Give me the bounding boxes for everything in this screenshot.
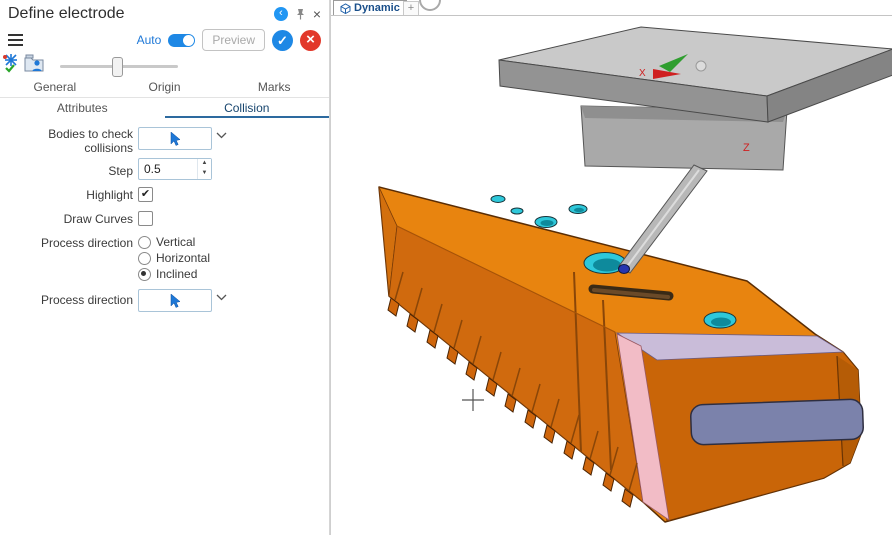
panel-title: Define electrode (8, 5, 125, 23)
define-electrode-panel: Define electrode ‹ × Auto Preview ✓ × (0, 0, 330, 535)
size-slider-thumb[interactable] (112, 57, 123, 77)
new-viewport-tab-button[interactable]: + (403, 1, 419, 15)
viewport-3d[interactable]: X Z (330, 0, 892, 535)
process-direction-pick-label: Process direction (0, 293, 133, 307)
end-slot (690, 399, 863, 445)
crosshair-cursor (462, 389, 484, 411)
tab-marks[interactable]: Marks (219, 80, 329, 97)
panel-toolbar: Auto Preview ✓ × (6, 28, 321, 52)
select-arrow-icon (169, 132, 181, 146)
holder-plate[interactable] (499, 27, 892, 122)
axis-x-label: X (639, 68, 646, 79)
radio-vertical-label: Vertical (156, 235, 195, 249)
panel-quickbar (2, 50, 321, 78)
draw-curves-checkbox[interactable] (138, 211, 153, 226)
draw-curves-label: Draw Curves (0, 212, 133, 226)
ok-button[interactable]: ✓ (272, 30, 293, 51)
highlight-checkbox[interactable]: ✔ (138, 187, 153, 202)
scene-canvas[interactable]: X Z (331, 0, 892, 535)
tab-dynamic-label: Dynamic (354, 2, 400, 14)
menu-icon[interactable] (6, 32, 25, 48)
auto-toggle[interactable] (168, 34, 195, 47)
radio-inclined-label: Inclined (156, 267, 197, 281)
bodies-pick-button[interactable] (138, 127, 212, 150)
highlight-label: Highlight (0, 188, 133, 202)
tab-dynamic[interactable]: Dynamic (333, 0, 407, 15)
pin-icon[interactable] (295, 8, 306, 20)
viewport-tabbar: Dynamic + (331, 0, 892, 16)
tab-attributes[interactable]: Attributes (0, 98, 165, 118)
process-direction-pick-button[interactable] (138, 289, 212, 312)
radio-horizontal-circle[interactable] (138, 252, 151, 265)
cancel-button[interactable]: × (300, 30, 321, 51)
workpiece-body[interactable] (379, 187, 864, 522)
radio-horizontal[interactable]: Horizontal (138, 251, 210, 265)
axis-z-label: Z (743, 142, 750, 154)
step-label: Step (0, 164, 133, 178)
collapse-panel-icon[interactable]: ‹ (274, 7, 288, 21)
tab-collision[interactable]: Collision (165, 98, 330, 118)
preview-button[interactable]: Preview (202, 29, 265, 51)
electrode-wizard-icon[interactable] (2, 53, 22, 73)
radio-inclined[interactable]: Inclined (138, 267, 197, 281)
process-expand-chevron-icon[interactable] (216, 294, 227, 301)
cube-icon (340, 3, 351, 14)
process-direction-label: Process direction (0, 236, 133, 250)
axis-origin-ball (696, 61, 706, 71)
select-arrow-icon (169, 294, 181, 308)
panel-header: Define electrode ‹ × (0, 0, 329, 26)
step-spinner: ▲ ▼ (197, 159, 211, 179)
radio-inclined-circle[interactable] (138, 268, 151, 281)
step-spin-up-icon[interactable]: ▲ (198, 159, 211, 169)
rod-tip (619, 265, 630, 274)
bodies-to-check-label: Bodies to check collisions (0, 127, 133, 155)
tab-group-main: General Origin Marks (0, 80, 329, 98)
step-field-wrap: ▲ ▼ (138, 158, 212, 180)
electrode-library-icon[interactable] (24, 53, 44, 73)
bodies-expand-chevron-icon[interactable] (216, 132, 227, 139)
electrode-rod[interactable] (619, 165, 708, 274)
close-panel-icon[interactable]: × (313, 7, 321, 21)
application-window: Define electrode ‹ × Auto Preview ✓ × (0, 0, 892, 535)
tab-general[interactable]: General (0, 80, 110, 97)
tab-origin[interactable]: Origin (110, 80, 220, 97)
radio-vertical[interactable]: Vertical (138, 235, 195, 249)
auto-label: Auto (137, 33, 162, 47)
clipped-circle-icon (419, 0, 441, 11)
tab-group-sub: Attributes Collision (0, 98, 329, 118)
radio-vertical-circle[interactable] (138, 236, 151, 249)
radio-horizontal-label: Horizontal (156, 251, 210, 265)
step-spin-down-icon[interactable]: ▼ (198, 169, 211, 179)
